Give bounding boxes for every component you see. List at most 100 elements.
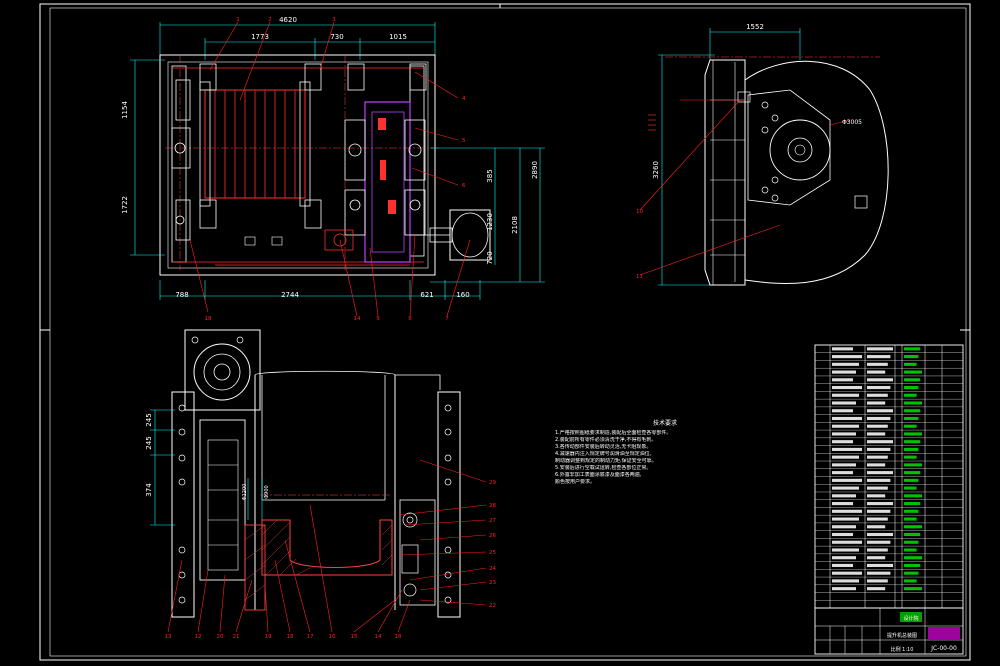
balloon-section-right-8: 22 — [489, 603, 496, 609]
dim-plan-bottom-1: 788 — [175, 291, 188, 299]
bom-cell — [867, 347, 893, 351]
bom-cell — [867, 471, 893, 475]
bom-cell — [904, 478, 919, 482]
sheet-border-inner — [49, 7, 967, 657]
balloon-section-right-6: 24 — [489, 566, 496, 572]
dim-plan-bottom-2: 2744 — [281, 291, 299, 299]
title-block-school: 设计院 — [903, 615, 918, 622]
balloon-plan-right-2: 5 — [462, 138, 466, 144]
dim-plan-left-2: 1722 — [121, 196, 129, 214]
bom-cell — [832, 355, 862, 359]
bom-cell — [867, 548, 888, 552]
balloon-plan-bottom-2: 14 — [354, 316, 361, 322]
bom-cell — [904, 440, 921, 444]
bom-cell — [867, 393, 888, 397]
bom-cell — [832, 455, 859, 459]
bom-cell — [832, 424, 859, 428]
dim-plan-bottom-3: 621 — [420, 291, 433, 299]
dim-section-small-2: Φ900 — [264, 485, 270, 498]
bom-cell — [867, 385, 891, 390]
balloon-side-2: 11 — [636, 274, 643, 280]
balloon-section-right-3: 27 — [489, 518, 496, 524]
balloon-section-right-5: 25 — [489, 550, 496, 556]
bom-cell — [867, 532, 893, 537]
bom-cell — [904, 471, 921, 475]
balloon-section-bottom-6: 18 — [287, 634, 294, 640]
bom-cell — [832, 525, 856, 529]
technical-requirements: 技术要求 1.严格按照图纸要求制造,装配后全面检查各零部件。 2.装配前所有零件… — [555, 420, 775, 486]
bom-cell — [832, 463, 856, 467]
bom-cell — [832, 471, 853, 475]
title-block-scale: 比例 1:10 — [891, 646, 914, 653]
bom-cell — [904, 370, 922, 374]
bom-cell — [832, 416, 862, 421]
bom-cell — [904, 362, 917, 366]
tech-note-line: 4.减速器内注入规定牌号润滑油至规定油位, — [555, 451, 652, 457]
bom-cell — [832, 532, 853, 537]
balloon-section-right-7: 23 — [489, 580, 496, 586]
bom-cell — [867, 416, 891, 421]
bom-cell — [832, 494, 856, 498]
balloon-section-bottom-11: 18 — [395, 634, 402, 640]
balloon-plan-bottom-1: 18 — [205, 316, 212, 322]
bom-cell — [904, 378, 921, 382]
dim-plan-right-2: 2108 — [511, 216, 519, 234]
bom-cell — [832, 563, 853, 568]
tech-note-line: 制动器调整到规定的制动力矩,保证安全可靠。 — [555, 458, 657, 464]
bom-cell — [904, 502, 921, 506]
bom-cell — [904, 509, 919, 513]
dim-plan-top-3: 1015 — [389, 33, 407, 41]
bom-cell — [904, 486, 917, 490]
bom-cell — [832, 478, 862, 482]
balloon-section-bottom-4: 21 — [233, 634, 240, 640]
bom-cell — [832, 347, 853, 351]
bom-cell — [904, 532, 921, 537]
dim-plan-top-1: 1773 — [251, 33, 269, 41]
bom-cell — [904, 432, 922, 436]
bom-cell — [904, 517, 917, 521]
bom-cell — [867, 509, 891, 513]
dim-plan-top-2: 730 — [330, 33, 343, 41]
bom-cell — [904, 347, 921, 351]
balloon-plan-bottom-5: 7 — [445, 316, 449, 322]
dim-side-top: 1552 — [746, 23, 764, 31]
bom-cell — [904, 355, 919, 359]
title-block-drawing-no: JC-00-00 — [930, 645, 957, 652]
dim-plan-top-total: 4620 — [279, 16, 297, 24]
bom-cell — [832, 362, 859, 366]
bom-cell — [867, 494, 886, 498]
bom-cell — [867, 579, 888, 583]
tech-note-line: 6.外露非加工表面涂底漆及面漆各两遍, — [555, 472, 642, 478]
bom-table — [814, 344, 964, 609]
bom-cell — [832, 486, 859, 490]
bom-cell — [867, 502, 893, 506]
bom-cell — [867, 424, 888, 428]
bom-cell — [867, 378, 893, 382]
balloon-plan-bottom-4: 8 — [408, 316, 412, 322]
section-view — [150, 329, 487, 633]
bom-cell — [867, 478, 891, 482]
dim-side-left: 3260 — [652, 161, 660, 179]
dim-section-left-1: 245 — [145, 413, 153, 426]
tech-note-line: 2.装配前所有零件必须清洗干净,不得有毛刺。 — [555, 437, 657, 443]
bom-cell — [832, 587, 856, 591]
side-view — [639, 28, 889, 286]
bom-cell — [867, 556, 886, 560]
bom-cell — [867, 447, 891, 451]
balloon-section-bottom-3: 20 — [217, 634, 224, 640]
bom-cell — [904, 540, 919, 544]
bom-cell — [904, 424, 917, 428]
dim-plan-right-5: 720 — [486, 251, 494, 264]
bom-cell — [867, 432, 886, 436]
tech-note-line: 颜色按用户要求。 — [555, 479, 596, 485]
bom-cell — [867, 525, 886, 529]
bom-cell — [832, 440, 853, 444]
balloon-plan-top-3: 3 — [332, 17, 336, 23]
bom-cell — [832, 571, 862, 575]
bom-cell — [832, 579, 859, 583]
balloon-section-right-1: 29 — [489, 480, 496, 486]
bom-cell — [904, 393, 917, 397]
bom-cell — [904, 463, 922, 467]
bom-cell — [904, 579, 917, 583]
bom-cell — [867, 540, 891, 544]
